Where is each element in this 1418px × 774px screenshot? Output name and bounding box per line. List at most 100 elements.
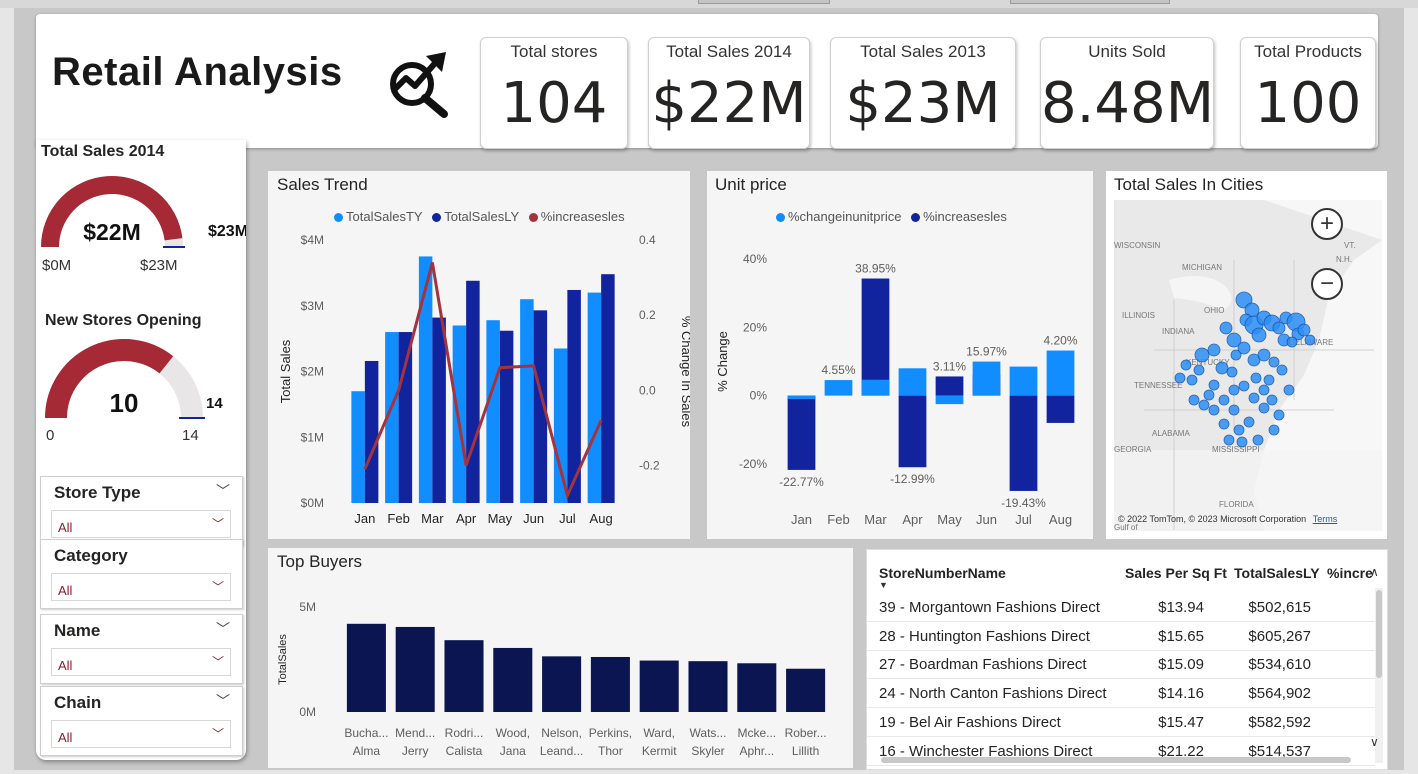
table-row[interactable]: 27 - Boardman Fashions Direct $15.09 $534,… — [867, 650, 1375, 680]
x-tick-label: Leand... — [540, 744, 583, 758]
x-tick-label: Aphr... — [739, 744, 774, 758]
map-place-label: TENNESSEE — [1134, 381, 1182, 390]
table-row[interactable]: 39 - Morgantown Fashions Direct $13.94 $50… — [867, 593, 1375, 622]
kpi-total-stores[interactable]: Total stores 104 — [480, 37, 628, 149]
chevron-down-icon[interactable]: ﹀ — [216, 691, 230, 711]
kpi-total-sales-2014[interactable]: Total Sales 2014 $22M — [648, 37, 810, 149]
map-point — [1272, 321, 1286, 335]
chevron-down-icon: ﹀ — [211, 517, 224, 531]
x-tick-label: Aug — [1049, 512, 1072, 527]
chevron-down-icon[interactable]: ﹀ — [216, 481, 230, 501]
x-tick-label: Wood, — [496, 726, 530, 740]
sales-per-sqft-cell: $14.16 — [1158, 685, 1204, 703]
x-tick-label: Jerry — [402, 744, 429, 758]
slicer-category[interactable]: Category All ﹀ — [40, 539, 243, 609]
legend-item[interactable]: %changeinunitprice — [776, 209, 901, 224]
x-tick-label: Alma — [353, 744, 381, 758]
slicer-dropdown[interactable]: All ﹀ — [51, 573, 231, 601]
bar-changeinunitprice — [935, 395, 964, 405]
gauge-new-stores[interactable]: 10 14 0 14 — [36, 336, 246, 446]
legend-item[interactable]: TotalSalesTY — [334, 209, 423, 224]
bar-buyer — [395, 626, 435, 712]
map-copyright: © 2022 TomTom, © 2023 Microsoft Corporat… — [1118, 514, 1307, 524]
slicer-dropdown[interactable]: All ﹀ — [51, 510, 231, 538]
y-tick-label: 0% — [750, 389, 768, 403]
gauge-total-sales-2014[interactable]: $22M $23M $0M $23M — [36, 170, 246, 280]
slicer-chain[interactable]: Chain ﹀ All ﹀ — [40, 686, 243, 756]
map-attribution: © 2022 TomTom, © 2023 Microsoft Corporat… — [1118, 514, 1337, 524]
chart-title: Top Buyers — [277, 552, 363, 571]
map-point — [1304, 334, 1316, 346]
horizontal-scrollbar[interactable] — [881, 757, 1351, 763]
slicer-dropdown[interactable]: All ﹀ — [51, 720, 231, 748]
scroll-down-icon[interactable]: ∨ — [1370, 735, 1379, 749]
bar-ty — [351, 391, 365, 503]
kpi-total-sales-2013[interactable]: Total Sales 2013 $23M — [830, 37, 1016, 149]
bar-ly — [499, 330, 514, 503]
table-row[interactable]: 19 - Bel Air Fashions Direct $15.47 $582,5… — [867, 708, 1375, 737]
bar-buyer — [444, 640, 484, 712]
zoom-out-button[interactable]: − — [1311, 268, 1343, 300]
slicer-dropdown[interactable]: All ﹀ — [51, 648, 231, 676]
kpi-total-products[interactable]: Total Products 100 — [1240, 37, 1376, 149]
gauge-min-label: $0M — [42, 257, 71, 274]
sales-map[interactable]: WISCONSIN MICHIGAN ILLINOIS INDIANA OHIO TENN… — [1114, 200, 1382, 531]
x-tick-label: Jun — [523, 511, 544, 526]
map-point — [1207, 343, 1221, 357]
map-point — [1257, 348, 1271, 362]
map-point — [1248, 392, 1260, 404]
scroll-up-icon[interactable]: ∧ — [1370, 565, 1379, 579]
bar-ty — [452, 325, 467, 503]
map-point — [1219, 321, 1233, 335]
legend-item[interactable]: TotalSalesLY — [432, 209, 519, 224]
gauge-max-label: $23M — [140, 257, 178, 274]
chevron-down-icon[interactable]: ﹀ — [216, 619, 230, 639]
sales-trend-chart: $0M $1M $2M $3M $4M -0.2 0.0 0.2 0.4 Total Sales%… — [278, 233, 690, 526]
y2-tick-label: 0.2 — [639, 308, 656, 322]
bar-buyer — [786, 668, 826, 712]
legend-label: TotalSalesLY — [444, 209, 520, 224]
map-terms-link[interactable]: Terms — [1313, 514, 1338, 524]
total-sales-ly-cell: $582,592 — [1248, 713, 1311, 731]
top-tab-2[interactable] — [1010, 0, 1170, 4]
column-header[interactable]: StoreNumberName — [879, 565, 1006, 581]
scrollbar-thumb[interactable] — [1376, 590, 1382, 678]
bar-ty — [553, 348, 568, 503]
map-place-label: Gulf of — [1114, 523, 1138, 531]
bar-changeinunitprice — [972, 361, 1001, 396]
legend-item[interactable]: %increasesles — [911, 209, 1007, 224]
column-header[interactable]: %incre — [1327, 565, 1373, 581]
x-tick-label: Feb — [827, 512, 849, 527]
bar-buyer — [346, 623, 386, 712]
legend-label: %increasesles — [923, 209, 1007, 224]
zoom-in-button[interactable]: + — [1311, 208, 1343, 240]
map-point — [1215, 361, 1229, 375]
table-row[interactable]: 24 - North Canton Fashions Direct $14.16 $… — [867, 679, 1375, 709]
map-point — [1228, 404, 1240, 416]
map-point — [1186, 374, 1198, 386]
slicer-name[interactable]: Name ﹀ All ﹀ — [40, 614, 243, 684]
x-tick-label: Lillith — [792, 744, 819, 758]
bar-ly — [466, 280, 480, 503]
kpi-units-sold[interactable]: Units Sold 8.48M — [1040, 37, 1214, 149]
bar-ly — [398, 332, 413, 503]
y2-axis-label: % Change In Sales — [679, 316, 690, 428]
map-point — [1208, 404, 1220, 416]
column-header[interactable]: TotalSalesLY — [1234, 565, 1320, 581]
table-row[interactable]: 28 - Huntington Fashions Direct $15.65 $60… — [867, 622, 1375, 651]
map-point — [1226, 366, 1238, 378]
store-table[interactable]: StoreNumberName ▼ Sales Per Sq Ft TotalS… — [866, 549, 1388, 770]
store-name-cell: 28 - Huntington Fashions Direct — [879, 627, 1090, 645]
bar-buyer — [542, 656, 582, 712]
kpi-value: $23M — [845, 71, 1001, 136]
sort-descending-icon[interactable]: ▼ — [879, 580, 888, 590]
map-place-label: WISCONSIN — [1114, 241, 1160, 250]
map-place-label: FLORIDA — [1219, 500, 1254, 509]
top-tab-1[interactable] — [698, 0, 830, 4]
slicer-store-type[interactable]: Store Type ﹀ All ﹀ — [40, 476, 243, 546]
sales-per-sqft-cell: $15.65 — [1158, 627, 1204, 645]
legend-item[interactable]: %increasesles — [528, 209, 625, 224]
column-header[interactable]: Sales Per Sq Ft — [1125, 565, 1227, 581]
kpi-label: Total Sales 2013 — [860, 42, 986, 61]
y-tick-label: 0M — [299, 705, 316, 719]
